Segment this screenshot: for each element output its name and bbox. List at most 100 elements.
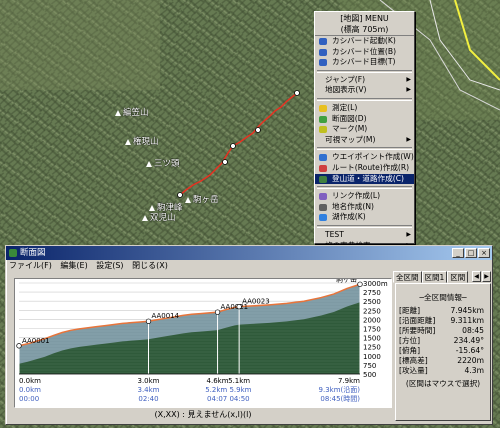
submenu-arrow-icon: ▶: [406, 86, 411, 94]
map-label-peak: 双児山: [142, 211, 176, 223]
peak-icon: [125, 139, 131, 145]
x-tick-label: 3.0km: [137, 377, 159, 385]
waypoint-label: AA0001: [22, 337, 50, 345]
y-tick-label: 2750: [363, 289, 381, 297]
menu-item-link[interactable]: リンク作成(L): [315, 191, 414, 202]
peak-icon: [142, 215, 148, 221]
peak-icon: [115, 110, 121, 116]
x-tick-label: 5.1km: [228, 377, 250, 385]
submenu-arrow-icon: ▶: [406, 75, 411, 83]
y-tick-label: 2000: [363, 316, 381, 324]
route-waypoint: [255, 127, 261, 133]
route-waypoint: [230, 143, 236, 149]
menu-item-measure[interactable]: 測定(L): [315, 103, 414, 114]
y-tick-label: 3000m: [363, 280, 388, 288]
summary-row: [標高差] 2220m: [399, 356, 484, 365]
profile-window: 断面図 _ □ × ファイル(F) 編集(E) 設定(S) 閉じる(X) 300…: [5, 245, 493, 425]
y-tick-label: 500: [363, 371, 376, 379]
summary-row: [方位] 234.49°: [399, 336, 484, 345]
tab-all-sections[interactable]: 全区間: [393, 271, 422, 283]
x-tick-label: 7.9km: [338, 377, 360, 385]
menu-file[interactable]: ファイル(F): [9, 261, 52, 270]
waypoint-marker: [357, 281, 363, 287]
menu-item-waypoint[interactable]: ウエイポイント作成(W): [315, 152, 414, 163]
x-time-label: 02:40: [138, 395, 158, 403]
y-tick-label: 750: [363, 362, 376, 370]
peak-icon: [146, 161, 152, 167]
tab-section[interactable]: 区間: [447, 271, 469, 283]
map-label-peak: 編笠山: [115, 106, 149, 118]
y-tick-label: 2250: [363, 307, 381, 315]
summary-row: [所要時間] 08:45: [399, 326, 484, 335]
tab-section-1[interactable]: 区間1: [421, 271, 448, 283]
waypoint-label: 駒ヶ岳: [336, 279, 357, 283]
menu-item-placename[interactable]: 地名作成(N): [315, 202, 414, 213]
x-sub-label: 9.3km(沿面): [319, 385, 361, 394]
summary-row: [攻込量] 4.3m: [399, 366, 484, 375]
menu-item-map-display[interactable]: 地図表示(V) ▶: [315, 85, 414, 96]
menu-item-lake[interactable]: 湖作成(K): [315, 212, 414, 223]
menu-item-visible-map[interactable]: 可視マップ(M) ▶: [315, 135, 414, 146]
summary-title: ─全区間情報─: [419, 293, 467, 302]
y-tick-label: 2500: [363, 298, 381, 306]
waypoint-label: AA0014: [151, 312, 179, 320]
bird-icon: [319, 38, 327, 45]
menu-item-kashbird-target[interactable]: カシバード目標(T): [315, 57, 414, 68]
menu-item-trail-create[interactable]: 登山道・道路作成(C): [315, 173, 414, 185]
status-line: (X,XX) : 見えません(x,l)(l): [154, 410, 252, 419]
menu-item-profile[interactable]: 断面図(D): [315, 114, 414, 125]
map-label-peak: 権現山: [125, 135, 159, 147]
close-button[interactable]: ×: [478, 248, 490, 258]
route-waypoint: [222, 159, 228, 165]
menu-item-test[interactable]: TEST ▶: [315, 230, 414, 241]
flag-icon: [319, 203, 327, 211]
x-tick-label: 4.6km: [207, 377, 229, 385]
window-titlebar[interactable]: 断面図 _ □ ×: [6, 246, 492, 260]
menu-close[interactable]: 閉じる(X): [132, 261, 168, 270]
x-sub-label: 5.2km 5.9km: [205, 386, 251, 394]
profile-icon: [319, 115, 327, 123]
x-time-label: 08:45(時間): [320, 395, 360, 403]
waypoint-marker: [214, 309, 221, 315]
map-label-peak: 駒ヶ岳: [185, 193, 219, 205]
maximize-button[interactable]: □: [465, 248, 477, 258]
summary-row: [俯角] -15.64°: [399, 346, 484, 355]
menu-settings[interactable]: 設定(S): [96, 261, 123, 270]
lake-icon: [319, 214, 327, 222]
summary-panel: ─全区間情報─ [距離] 7.945km [沿面距離] 9.311km [所要時間]…: [395, 283, 491, 421]
profile-svg: 3000m2750250022502000 1750150012501000750…: [16, 279, 388, 403]
window-title: 断面図: [20, 248, 46, 258]
summary-note: (区間はマウスで選択): [405, 379, 481, 388]
submenu-arrow-icon: ▶: [406, 135, 411, 143]
menu-item-kashbird-start[interactable]: カシバード起動(K): [315, 36, 414, 47]
menu-separator: [317, 186, 412, 190]
elevation-profile-chart[interactable]: 3000m 2750 2500 2250 2000 1750 1500 1250 1000 750…: [14, 278, 392, 408]
y-tick-label: 1250: [363, 344, 381, 352]
waypoint-marker: [16, 343, 22, 349]
link-icon: [319, 193, 327, 201]
menu-item-mark[interactable]: マーク(M): [315, 124, 414, 135]
tab-prev-button[interactable]: ◀: [472, 271, 481, 282]
x-sub-label: 3.4km: [137, 386, 159, 394]
peak-icon: [185, 197, 191, 203]
menu-separator: [317, 224, 412, 228]
menu-item-route[interactable]: ルート(Route)作成(R): [315, 163, 414, 174]
tab-next-button[interactable]: ▶: [482, 271, 491, 282]
bird-position-icon: [319, 48, 327, 56]
menu-header-title: [地図] MENU: [340, 14, 389, 23]
menu-separator: [317, 147, 412, 151]
menu-item-kashbird-position[interactable]: カシバード位置(B): [315, 47, 414, 58]
trail-icon: [319, 175, 327, 183]
waypoint-label: AA0023: [242, 298, 270, 306]
tab-strip: 全区間 区間1 区間 ◀ ▶: [393, 271, 491, 283]
menu-item-jump[interactable]: ジャンプ(F) ▶: [315, 75, 414, 86]
route-waypoint: [294, 90, 300, 96]
bird-target-icon: [319, 59, 327, 67]
menu-separator: [317, 69, 412, 73]
menu-edit[interactable]: 編集(E): [60, 261, 87, 270]
minimize-button[interactable]: _: [452, 248, 464, 258]
map-context-menu: [地図] MENU (標高 705m) カシバード起動(K) カシバード位置(B…: [314, 11, 415, 250]
y-tick-label: 1000: [363, 353, 381, 361]
menu-header-elevation: (標高 705m): [340, 25, 389, 34]
y-tick-label: 1750: [363, 326, 381, 334]
